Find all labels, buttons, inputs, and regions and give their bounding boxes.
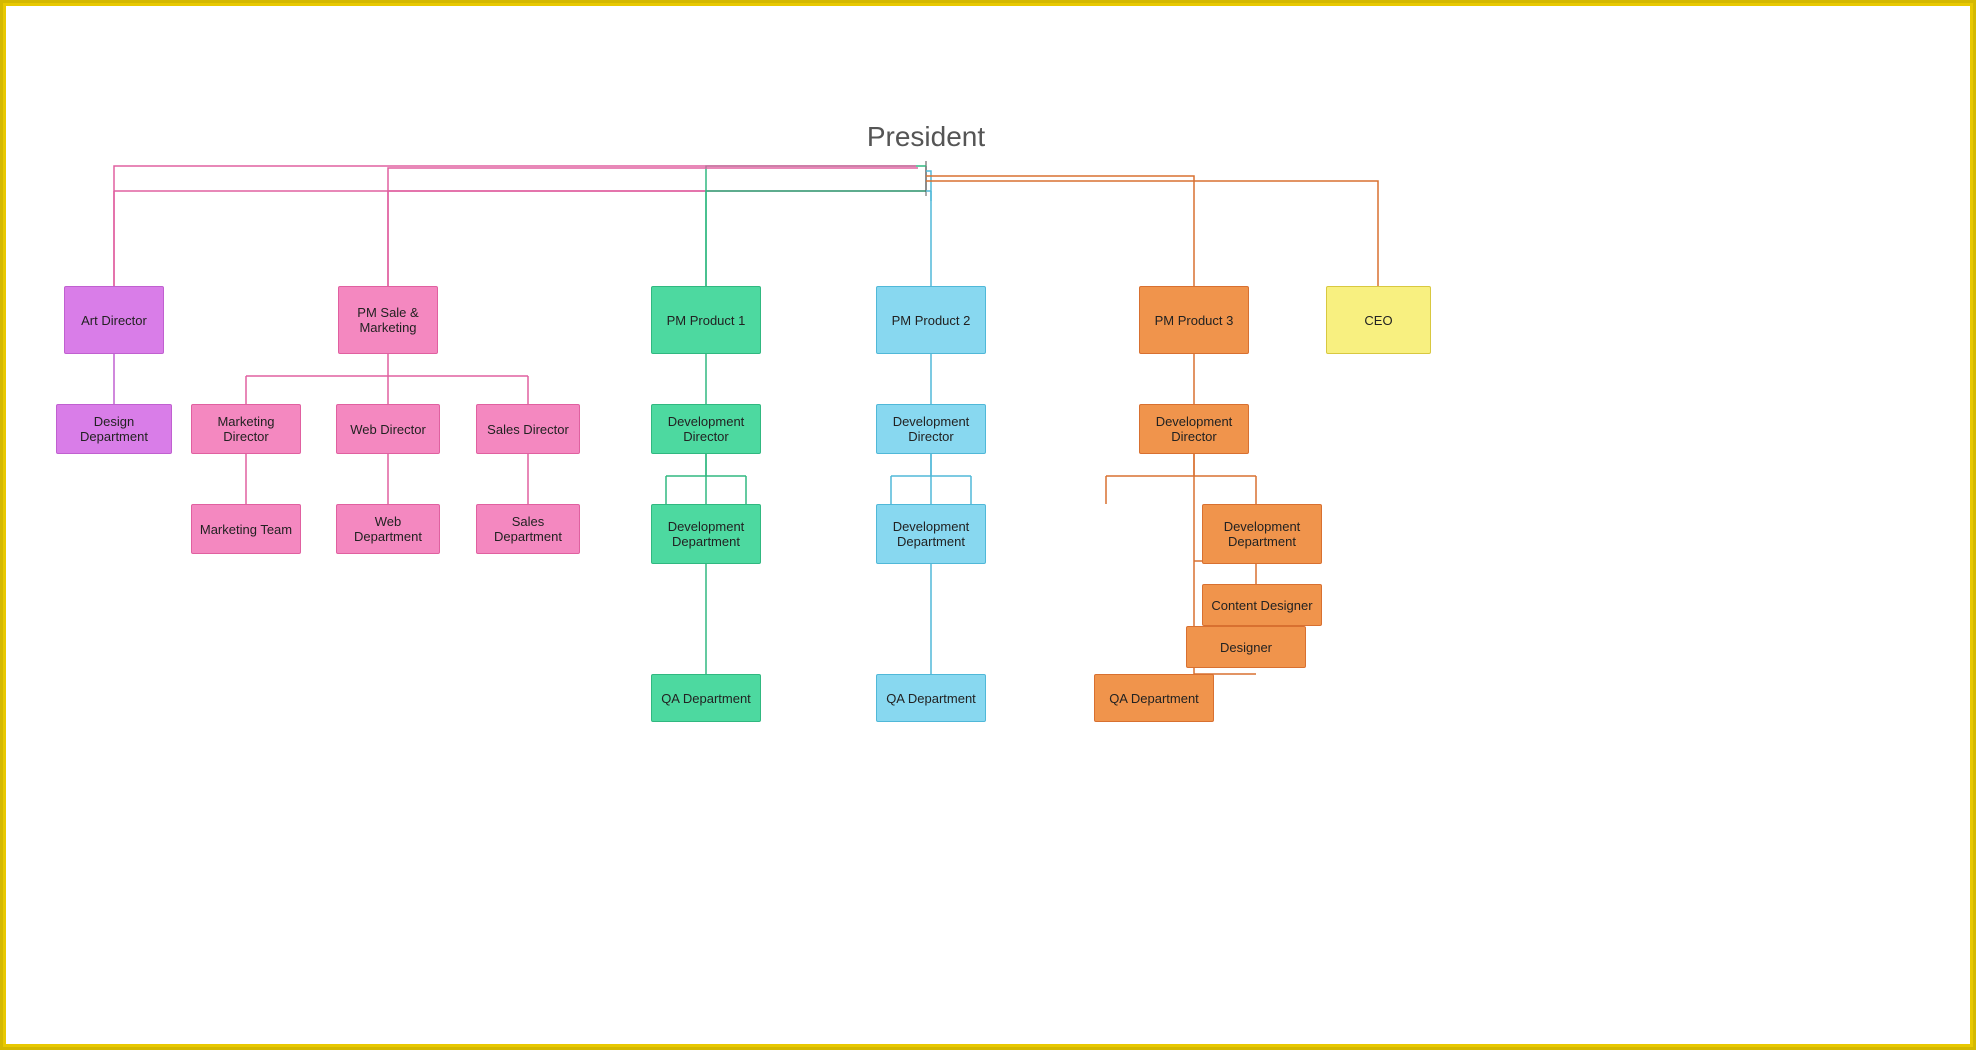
web-dept-node: Web Department bbox=[336, 504, 440, 554]
dev-director2-node: Development Director bbox=[876, 404, 986, 454]
art-director-node: Art Director bbox=[64, 286, 164, 354]
org-chart-canvas: President bbox=[3, 3, 1973, 1047]
sales-director-node: Sales Director bbox=[476, 404, 580, 454]
content-designer-node: Content Designer bbox=[1202, 584, 1322, 626]
ceo-node: CEO bbox=[1326, 286, 1431, 354]
qa-dept2-node: QA Department bbox=[876, 674, 986, 722]
marketing-director-node: Marketing Director bbox=[191, 404, 301, 454]
qa-dept3-node: QA Department bbox=[1094, 674, 1214, 722]
president-node: President bbox=[826, 121, 1026, 153]
sales-dept-node: Sales Department bbox=[476, 504, 580, 554]
qa-dept1-node: QA Department bbox=[651, 674, 761, 722]
pm-product3-node: PM Product 3 bbox=[1139, 286, 1249, 354]
marketing-team-node: Marketing Team bbox=[191, 504, 301, 554]
pm-product1-node: PM Product 1 bbox=[651, 286, 761, 354]
dev-dept1-node: Development Department bbox=[651, 504, 761, 564]
dev-director3-node: Development Director bbox=[1139, 404, 1249, 454]
designer-node: Designer bbox=[1186, 626, 1306, 668]
dev-dept3-node: Development Department bbox=[1202, 504, 1322, 564]
dev-director1-node: Development Director bbox=[651, 404, 761, 454]
design-dept-node: Design Department bbox=[56, 404, 172, 454]
pm-sale-marketing-node: PM Sale & Marketing bbox=[338, 286, 438, 354]
dev-dept2-node: Development Department bbox=[876, 504, 986, 564]
pm-product2-node: PM Product 2 bbox=[876, 286, 986, 354]
web-director-node: Web Director bbox=[336, 404, 440, 454]
